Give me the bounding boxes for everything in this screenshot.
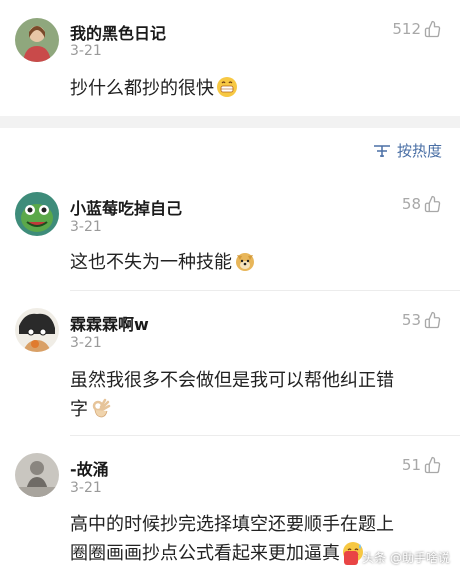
thumbs-up-icon <box>424 195 441 213</box>
username[interactable]: 我的黑色日记 <box>70 20 166 44</box>
comment-text: 抄什么都抄的很快 <box>70 74 445 103</box>
like-count: 58 <box>401 195 421 213</box>
comment-text: 虽然我很多不会做但是我可以帮他纠正错 字 <box>70 370 394 420</box>
like-count: 51 <box>401 456 421 474</box>
avatar[interactable] <box>15 18 59 62</box>
thumbs-up-icon <box>424 311 441 329</box>
comment-divider <box>70 435 460 436</box>
thumbs-up-icon <box>424 20 441 38</box>
like-count: 512 <box>392 20 421 38</box>
comment-time: 3-21 <box>70 335 102 351</box>
username[interactable]: 小蓝莓吃掉自己 <box>70 195 182 219</box>
section-divider <box>0 116 460 128</box>
like-button[interactable]: 51 <box>402 456 442 474</box>
comment-time: 3-21 <box>70 43 102 59</box>
sort-button[interactable]: 按热度 <box>373 140 442 161</box>
like-button[interactable]: 58 <box>402 195 442 213</box>
thumbs-up-icon <box>424 456 441 474</box>
username[interactable]: 霖霖霖啊w <box>70 311 149 335</box>
avatar[interactable] <box>15 308 59 352</box>
comment-text: 这也不失为一种技能 <box>70 248 445 277</box>
sort-label: 按热度 <box>396 142 442 160</box>
comment-time: 3-21 <box>70 480 102 496</box>
sort-icon <box>373 144 390 157</box>
grinning-face-emoji <box>217 77 237 97</box>
avatar[interactable] <box>15 192 59 236</box>
username[interactable]: -故涌 <box>70 456 109 480</box>
avatar[interactable] <box>15 453 59 497</box>
toutiao-logo-icon <box>344 550 359 565</box>
watermark: 头条 @助手啥说 <box>344 549 450 566</box>
like-button[interactable]: 53 <box>402 311 442 329</box>
comment-time: 3-21 <box>70 219 102 235</box>
like-button[interactable]: 512 <box>392 20 442 38</box>
ok-hand-emoji <box>92 398 111 418</box>
like-count: 53 <box>401 311 421 329</box>
comment-divider <box>70 290 460 291</box>
doge-emoji <box>236 253 254 271</box>
